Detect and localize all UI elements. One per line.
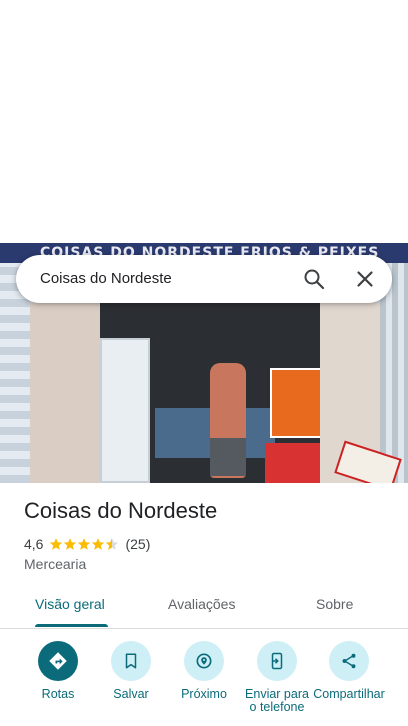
close-icon[interactable] — [353, 267, 377, 291]
directions-label: Rotas — [41, 687, 75, 701]
directions-button[interactable]: Rotas — [22, 641, 94, 701]
cooler — [265, 443, 323, 483]
send-to-phone-button[interactable]: Enviar para o telefone — [241, 641, 313, 714]
person-shorts — [210, 438, 246, 476]
nearby-label: Próximo — [181, 687, 227, 701]
send-to-phone-icon[interactable] — [257, 641, 297, 681]
rating-value: 4,6 — [24, 536, 44, 552]
star-icon — [50, 538, 63, 550]
share-icon[interactable] — [329, 641, 369, 681]
fridge — [100, 338, 150, 483]
send-to-phone-label: Enviar para o telefone — [245, 687, 309, 714]
star-icon — [78, 538, 91, 550]
save-button[interactable]: Salvar — [95, 641, 167, 701]
rating-stars — [49, 537, 119, 551]
share-button[interactable]: Compartilhar — [313, 641, 385, 701]
map-blank-area — [0, 0, 408, 243]
nearby-icon[interactable] — [184, 641, 224, 681]
pillar — [30, 303, 100, 483]
star-half-icon — [106, 538, 119, 550]
nearby-button[interactable]: Próximo — [168, 641, 240, 701]
poster — [270, 368, 322, 438]
bookmark-icon[interactable] — [111, 641, 151, 681]
search-input[interactable]: Coisas do Nordeste — [40, 255, 172, 303]
place-title: Coisas do Nordeste — [24, 498, 218, 523]
save-label: Salvar — [113, 687, 149, 701]
review-count: (25) — [125, 536, 151, 552]
tab-about[interactable]: Sobre — [316, 586, 353, 626]
star-icon — [92, 538, 105, 550]
tab-bar: Visão geral Avaliações Sobre — [0, 586, 408, 629]
search-bar[interactable]: Coisas do Nordeste — [16, 255, 392, 303]
tab-indicator — [35, 624, 108, 627]
star-icon — [64, 538, 77, 550]
place-category: Mercearia — [24, 556, 87, 572]
share-label: Compartilhar — [313, 687, 385, 701]
rating-row[interactable]: 4,6 (25) — [24, 535, 150, 553]
directions-icon[interactable] — [38, 641, 78, 681]
search-icon[interactable] — [302, 267, 326, 291]
tab-reviews[interactable]: Avaliações — [168, 586, 235, 626]
tab-overview[interactable]: Visão geral — [35, 586, 105, 626]
